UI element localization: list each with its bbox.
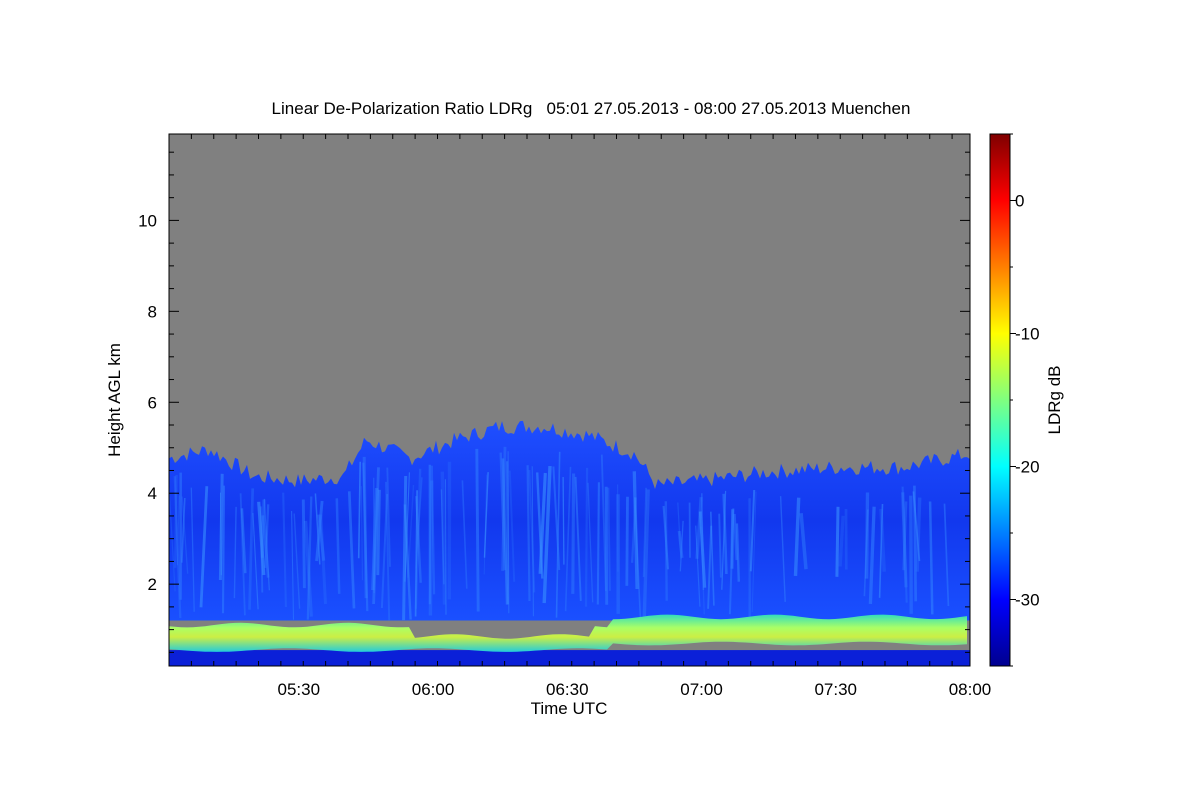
y-tick-label: 6 xyxy=(148,393,157,412)
fall-streak xyxy=(301,499,306,589)
colorbar-tick-label: -10 xyxy=(1015,325,1040,344)
y-tick-label: 10 xyxy=(138,211,157,230)
fall-streak xyxy=(625,496,629,586)
fall-streak xyxy=(475,448,480,612)
fall-streak xyxy=(571,473,576,594)
x-tick-label: 08:00 xyxy=(949,680,992,699)
y-axis-title: Height AGL km xyxy=(105,343,124,457)
x-tick-label: 07:00 xyxy=(680,680,723,699)
fall-streak xyxy=(507,451,510,614)
fall-streak xyxy=(584,467,589,607)
colorbar-ticks: 0 -10 -20 -30 xyxy=(1010,133,1040,667)
colorbar-tick-label: -20 xyxy=(1015,458,1040,477)
fall-streak xyxy=(562,476,565,565)
fall-streak xyxy=(596,482,600,605)
fall-streak xyxy=(835,506,840,577)
x-tick-label: 06:30 xyxy=(546,680,589,699)
colorbar-tick-label: 0 xyxy=(1015,192,1024,211)
x-axis-title: Time UTC xyxy=(531,699,608,718)
y-tick-label: 2 xyxy=(148,575,157,594)
x-tick-label: 05:30 xyxy=(277,680,320,699)
colorbar-tick-label: -30 xyxy=(1015,591,1040,610)
plot-area xyxy=(169,134,970,666)
y-tick-label: 8 xyxy=(148,302,157,321)
ldr-chart: Linear De-Polarization Ratio LDRg 05:01 … xyxy=(105,99,1064,718)
x-tick-label: 06:00 xyxy=(412,680,455,699)
colorbar xyxy=(989,133,1011,667)
fall-streak xyxy=(221,485,226,614)
x-tick-label: 07:30 xyxy=(814,680,857,699)
surface-layer xyxy=(169,650,970,666)
fall-streak xyxy=(604,486,609,605)
y-tick-label: 4 xyxy=(148,484,157,503)
fall-streak xyxy=(428,480,434,616)
fall-streak xyxy=(402,475,408,621)
colorbar-title: LDRg dB xyxy=(1045,366,1064,435)
chart-title: Linear De-Polarization Ratio LDRg 05:01 … xyxy=(272,99,911,118)
